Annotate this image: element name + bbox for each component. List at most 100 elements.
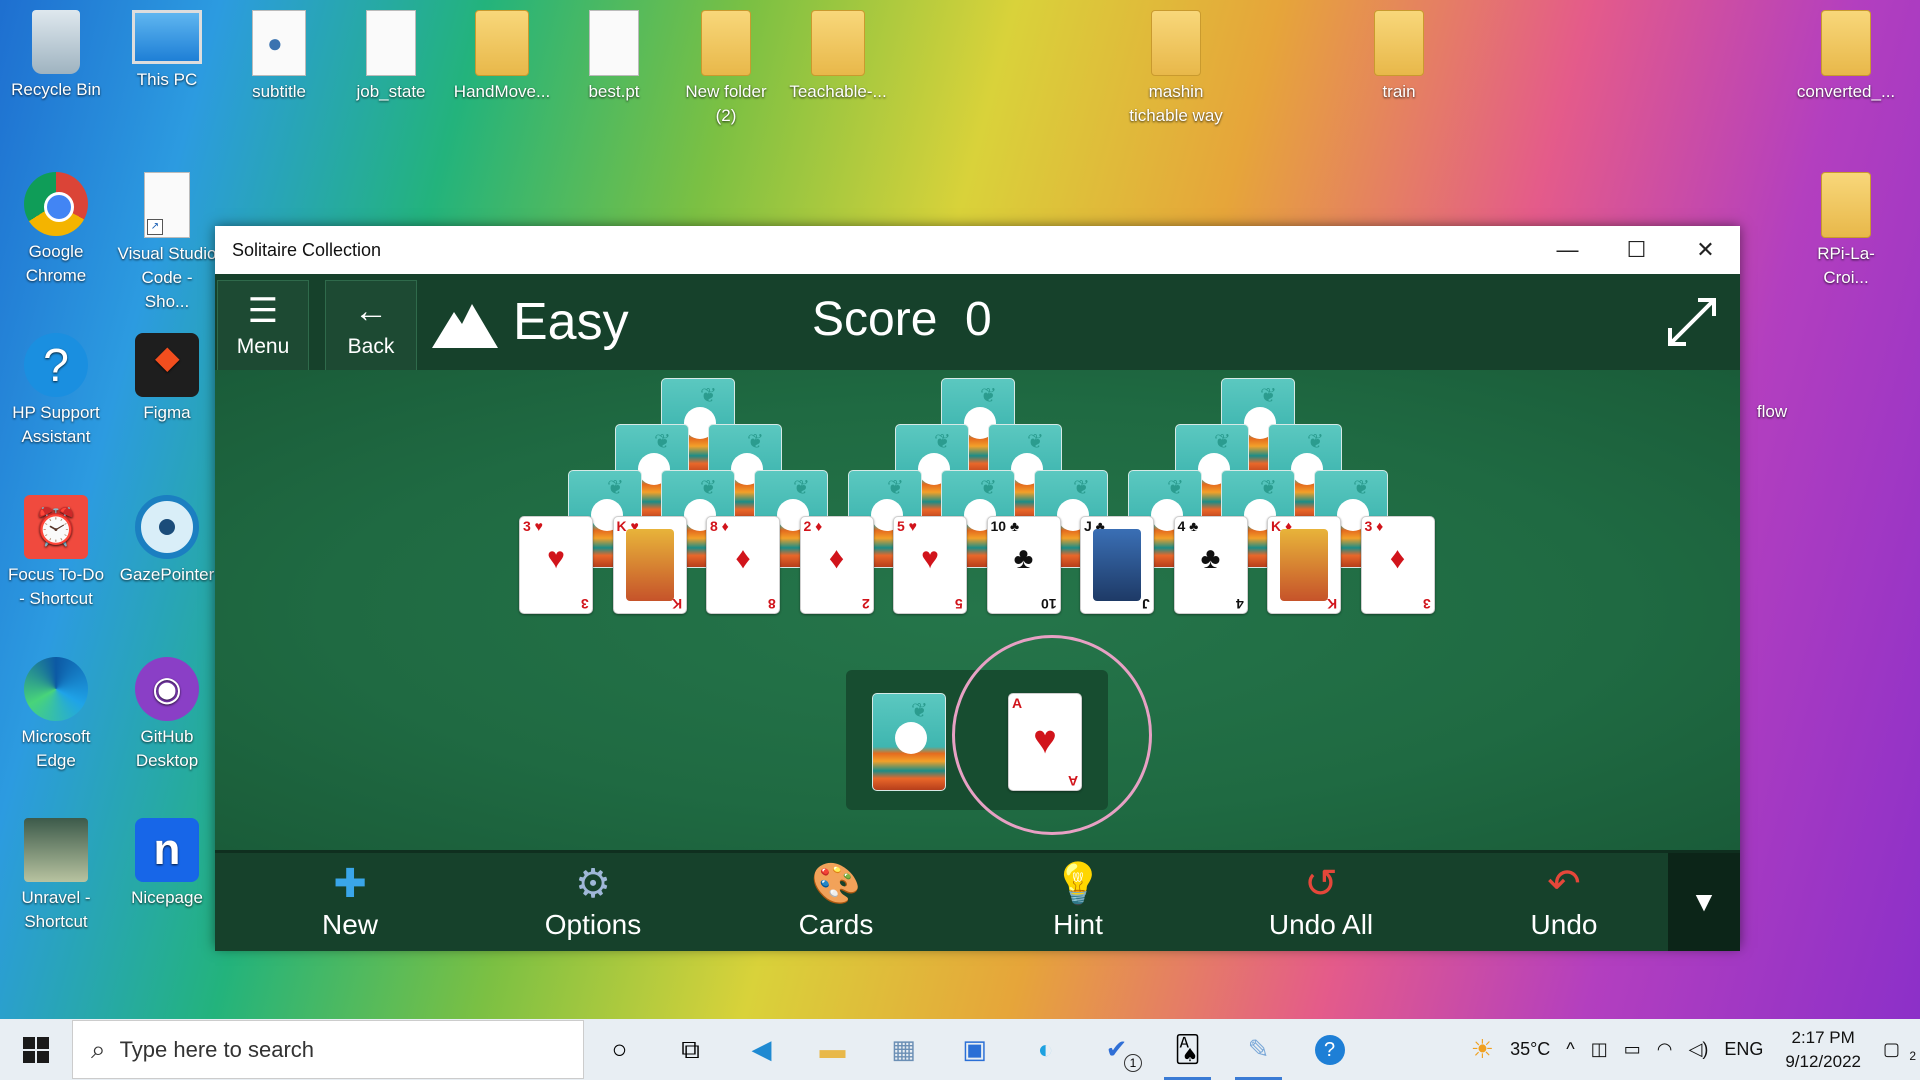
suit-icon: ♣ xyxy=(1013,542,1034,575)
cortana-button[interactable]: ○ xyxy=(584,1019,655,1080)
folder-glyph xyxy=(1151,10,1201,76)
tableau-card[interactable]: 8 ♦ 8 ♦ xyxy=(706,516,780,614)
undo-button[interactable]: ↶ Undo xyxy=(1489,859,1639,941)
volume-icon[interactable]: ◁) xyxy=(1680,1039,1716,1060)
cards-button[interactable]: 🎨 Cards xyxy=(761,859,911,941)
taskbar-search-box[interactable]: ⌕ Type here to search xyxy=(72,1020,584,1079)
score-label: Score xyxy=(812,293,938,346)
teachable-folder-icon[interactable]: Teachable-... xyxy=(788,10,888,104)
collapse-bar-button[interactable]: ▼ xyxy=(1668,853,1740,951)
blank-file-glyph xyxy=(589,10,639,76)
card-rank: 10 ♣ xyxy=(990,518,1020,534)
tableau-card[interactable]: 4 ♣ 4 ♣ xyxy=(1173,516,1248,614)
gazepointer-icon[interactable]: GazePointer xyxy=(117,495,217,587)
undo-icon: ↶ xyxy=(1547,862,1581,906)
taskbar-solitaire[interactable]: 🂡 xyxy=(1152,1019,1223,1080)
desktop-icon-label: GazePointer xyxy=(119,565,215,584)
desktop-icon-label: GitHub Desktop xyxy=(135,727,199,770)
focus-todo-icon[interactable]: ⏰ Focus To-Do - Shortcut xyxy=(6,495,106,611)
weather-temp[interactable]: 35°C xyxy=(1502,1039,1558,1060)
taskbar-edge[interactable]: ◐ xyxy=(1010,1019,1081,1080)
suit-icon: ♦ xyxy=(828,542,845,575)
tableau-card[interactable]: K ♥ K xyxy=(612,516,687,614)
lightbulb-icon: 💡 xyxy=(1053,862,1103,906)
unravel-shortcut-icon[interactable]: Unravel - Shortcut xyxy=(6,818,106,934)
tableau-card[interactable]: 3 ♥ 3 ♥ xyxy=(519,516,593,614)
card-rank: 3 xyxy=(581,596,589,612)
figma-glyph: ◆ xyxy=(135,333,199,397)
battery-icon[interactable]: ▭ xyxy=(1616,1039,1649,1060)
tableau-card[interactable]: 5 ♥ 5 ♥ xyxy=(893,516,967,614)
taskbar-todo[interactable]: ✔ 1 xyxy=(1081,1019,1152,1080)
train-folder-icon[interactable]: train xyxy=(1349,10,1449,104)
notification-icon[interactable]: ▢ 2 xyxy=(1875,1039,1920,1063)
figma-icon[interactable]: ◆ Figma xyxy=(117,333,217,425)
tableau-card[interactable]: 2 ♦ 2 ♦ xyxy=(799,516,874,614)
new-folder-2-icon[interactable]: New folder (2) xyxy=(676,10,776,128)
weather-icon: ☀ xyxy=(1470,1034,1495,1064)
taskbar-store[interactable]: ▣ xyxy=(939,1019,1010,1080)
menu-button[interactable]: ☰ Menu xyxy=(217,280,309,372)
job-state-file-icon[interactable]: job_state xyxy=(341,10,441,104)
taskbar-photos[interactable]: ▦ xyxy=(868,1019,939,1080)
back-button[interactable]: ← Back xyxy=(325,280,417,372)
desktop-icon-label: converted_... xyxy=(1796,82,1896,101)
hp-support-icon[interactable]: ? HP Support Assistant xyxy=(6,333,106,449)
alarm-clock-glyph: ⏰ xyxy=(24,495,88,559)
best-pt-file-icon[interactable]: best.pt xyxy=(564,10,664,104)
tableau-card[interactable]: 10 ♣ 10 ♣ xyxy=(986,516,1061,614)
chevron-up-icon[interactable]: ^ xyxy=(1558,1039,1582,1060)
rpi-folder-icon[interactable]: RPi-La-Croi... xyxy=(1796,172,1896,290)
github-desktop-icon[interactable]: ◉ GitHub Desktop xyxy=(117,657,217,773)
google-chrome-icon[interactable]: Google Chrome xyxy=(6,172,106,288)
cards-label: Cards xyxy=(798,909,874,940)
recycle-bin-icon[interactable]: Recycle Bin xyxy=(6,10,106,102)
clock[interactable]: 2:17 PM 9/12/2022 xyxy=(1771,1026,1875,1074)
folder-icon: ▬ xyxy=(819,1034,846,1064)
converted-folder-icon[interactable]: converted_... xyxy=(1796,10,1896,104)
help-icon: ? xyxy=(1314,1034,1345,1065)
chrome-glyph xyxy=(24,172,88,236)
taskbar-help[interactable]: ? xyxy=(1294,1019,1365,1080)
undo-all-button[interactable]: ↺ Undo All xyxy=(1246,859,1396,941)
options-button[interactable]: ⚙ Options xyxy=(518,859,668,941)
handmove-folder-icon[interactable]: HandMove... xyxy=(452,10,552,104)
desktop-icon-label: Teachable-... xyxy=(789,82,887,101)
tableau-card[interactable]: K ♦ K xyxy=(1267,516,1341,614)
language-indicator[interactable]: ENG xyxy=(1716,1039,1771,1060)
palm-tree-icon: ❦ xyxy=(1027,431,1044,453)
suit-icon: ♥ xyxy=(921,542,939,575)
close-button[interactable]: ✕ xyxy=(1671,226,1740,274)
card-rank: 3 xyxy=(1422,596,1431,612)
taskbar-paint[interactable]: ✎ xyxy=(1223,1019,1294,1080)
minimize-button[interactable]: — xyxy=(1533,226,1602,274)
palm-tree-icon: ❦ xyxy=(700,385,717,407)
maximize-button[interactable]: ☐ xyxy=(1602,226,1671,274)
card-rank: K xyxy=(672,596,683,612)
taskbar-file-explorer[interactable]: ▬ xyxy=(797,1019,868,1080)
start-button[interactable] xyxy=(0,1019,72,1080)
tableau-card[interactable]: J ♣ J xyxy=(1080,516,1154,614)
nicepage-icon[interactable]: n Nicepage xyxy=(117,818,217,910)
taskbar-vscode[interactable]: ◀ xyxy=(726,1019,797,1080)
tableau-card[interactable]: 3 ♦ 3 ♦ xyxy=(1360,516,1435,614)
palm-tree-icon: ❦ xyxy=(654,431,671,453)
new-game-button[interactable]: ✚ New xyxy=(275,859,425,941)
task-view-button[interactable]: ⧉ xyxy=(655,1019,726,1080)
mashin-folder-icon[interactable]: mashin tichable way xyxy=(1126,10,1226,128)
meet-now-icon[interactable]: ◫ xyxy=(1583,1039,1616,1060)
stock-pile[interactable]: ❦ xyxy=(872,693,946,791)
microsoft-edge-icon[interactable]: Microsoft Edge xyxy=(6,657,106,773)
window-titlebar[interactable]: Solitaire Collection — ☐ ✕ xyxy=(215,226,1740,274)
wifi-icon[interactable]: ◠ xyxy=(1649,1039,1681,1060)
hint-button[interactable]: 💡 Hint xyxy=(1003,859,1153,941)
this-pc-icon[interactable]: This PC xyxy=(117,10,217,92)
fullscreen-icon[interactable] xyxy=(1664,294,1720,350)
chevron-down-icon: ▼ xyxy=(1690,886,1718,917)
bottom-command-bar: ✚ New ⚙ Options 🎨 Cards 💡 Hint ↺ Undo Al… xyxy=(215,850,1740,951)
desktop-icon-label: Google Chrome xyxy=(25,242,87,285)
vscode-shortcut-icon[interactable]: ↗ Visual Studio Code - Sho... xyxy=(117,172,217,314)
subtitle-file-icon[interactable]: ● subtitle xyxy=(229,10,329,104)
suit-icon: ♣ xyxy=(1200,542,1221,575)
nicepage-glyph: n xyxy=(135,818,199,882)
